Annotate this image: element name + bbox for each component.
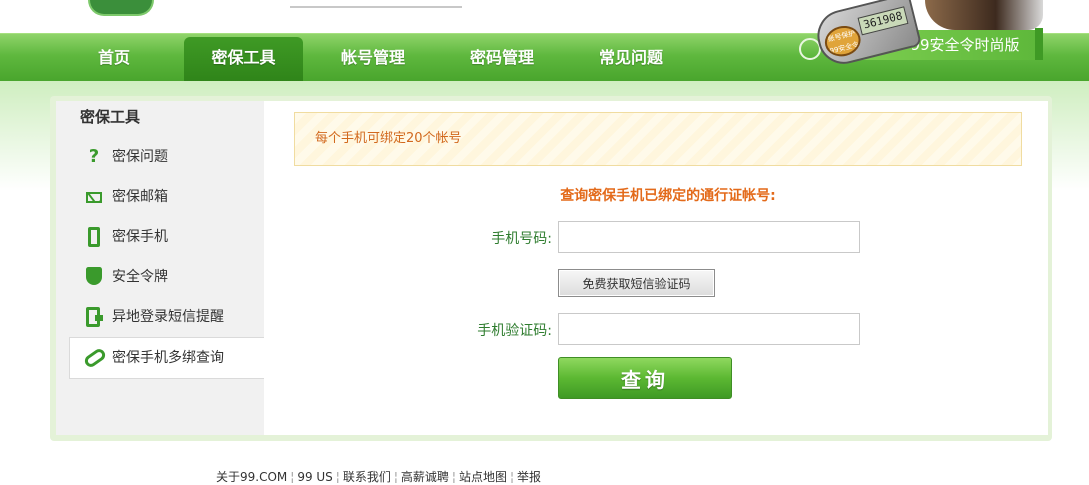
- question-icon: ?: [88, 146, 100, 167]
- nav-account-management[interactable]: 帐号管理: [328, 34, 418, 82]
- footer: 关于99.COM ¦ 99 US ¦ 联系我们 ¦ 高薪诚聘 ¦ 站点地图 ¦ 举报: [216, 468, 541, 485]
- footer-link-about[interactable]: 关于99.COM: [216, 470, 287, 484]
- footer-separator: ¦: [290, 470, 295, 484]
- sidebar-item-security-email[interactable]: 密保邮箱: [70, 177, 264, 217]
- get-sms-code-button[interactable]: 免费获取短信验证码: [558, 269, 715, 297]
- sidebar-item-multi-bind-query[interactable]: 密保手机多绑查询: [69, 337, 264, 379]
- sms-phone-icon: [86, 307, 103, 327]
- sidebar-title: 密保工具: [80, 108, 141, 126]
- footer-separator: ¦: [509, 470, 515, 484]
- query-button[interactable]: 查询: [558, 357, 732, 399]
- footer-link-contact[interactable]: 联系我们: [343, 470, 391, 484]
- sidebar-item-label: 密保手机多绑查询: [112, 350, 224, 366]
- binding-limit-notice: 每个手机可绑定20个帐号: [294, 112, 1022, 166]
- nav-faq[interactable]: 常见问题: [586, 34, 676, 82]
- security-token-banner[interactable]: 99安全令时尚版 361908 账号保护 99安全令: [795, 0, 1089, 72]
- query-form-title: 查询密保手机已绑定的通行证帐号:: [560, 188, 776, 204]
- footer-separator: ¦: [335, 470, 340, 484]
- nav-security-tools[interactable]: 密保工具: [184, 37, 303, 82]
- footer-link-report[interactable]: 举报: [517, 470, 541, 484]
- sms-code-label: 手机验证码:: [477, 323, 552, 339]
- phone-number-input[interactable]: [558, 221, 860, 253]
- nav-password-management[interactable]: 密码管理: [457, 34, 547, 82]
- sidebar-item-label: 密保问题: [112, 149, 168, 165]
- sms-code-input[interactable]: [558, 313, 860, 345]
- sidebar-item-label: 安全令牌: [112, 269, 168, 285]
- phone-number-label: 手机号码:: [491, 231, 552, 247]
- sidebar-item-label: 异地登录短信提醒: [112, 309, 224, 325]
- sidebar-item-login-sms-alert[interactable]: 异地登录短信提醒: [70, 297, 264, 337]
- sidebar-item-security-phone[interactable]: 密保手机: [70, 217, 264, 257]
- sidebar-item-security-token[interactable]: 安全令牌: [70, 257, 264, 297]
- mail-icon: [86, 192, 102, 203]
- link-icon: [82, 346, 108, 370]
- sidebar-item-label: 密保手机: [112, 229, 168, 245]
- banner-bar-end: [1035, 28, 1043, 60]
- sidebar-item-label: 密保邮箱: [112, 189, 168, 205]
- shield-icon: [86, 267, 102, 285]
- nav-home[interactable]: 首页: [79, 34, 149, 82]
- footer-separator: ¦: [451, 470, 456, 484]
- site-logo[interactable]: [88, 0, 154, 16]
- footer-link-us[interactable]: 99 US: [297, 470, 332, 484]
- footer-link-jobs[interactable]: 高薪诚聘: [401, 470, 449, 484]
- footer-separator: ¦: [393, 470, 398, 484]
- token-display: 361908: [857, 6, 909, 36]
- game-character-image: [925, 0, 1043, 30]
- slogan-decoration: [290, 0, 462, 8]
- footer-link-sitemap[interactable]: 站点地图: [459, 470, 507, 484]
- phone-icon: [88, 227, 100, 247]
- token-badge: 账号保护 99安全令: [821, 22, 864, 61]
- sidebar-item-security-question[interactable]: ? 密保问题: [70, 137, 264, 177]
